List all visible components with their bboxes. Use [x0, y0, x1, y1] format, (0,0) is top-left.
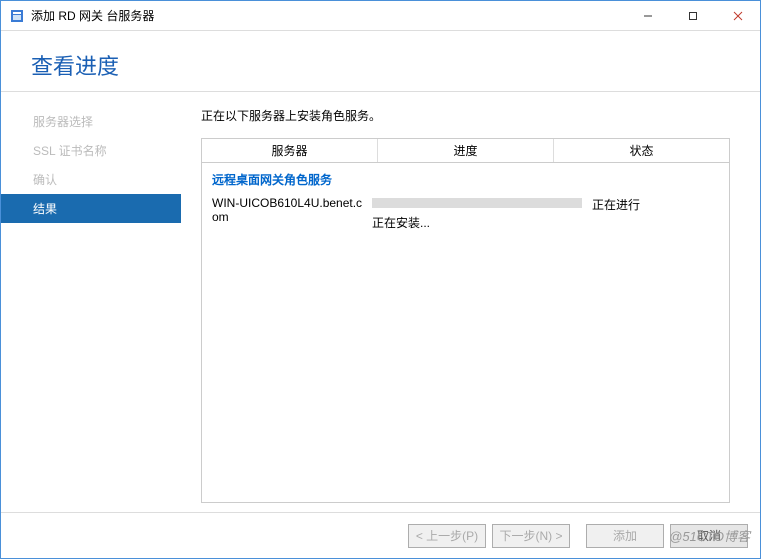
close-button[interactable] [715, 1, 760, 30]
add-button: 添加 [586, 524, 664, 548]
maximize-button[interactable] [670, 1, 715, 30]
window-controls [625, 1, 760, 30]
app-icon [9, 8, 25, 24]
panel-header: 服务器 进度 状态 [202, 139, 729, 163]
minimize-button[interactable] [625, 1, 670, 30]
content-description: 正在以下服务器上安装角色服务。 [201, 107, 730, 124]
dialog-window: 添加 RD 网关 台服务器 查看进度 服务器选择 SSL 证书名称 确认 结果 … [0, 0, 761, 559]
cell-progress: 正在安装... [372, 196, 592, 231]
col-status: 状态 [554, 139, 729, 162]
cancel-button[interactable]: 取消 [670, 524, 748, 548]
next-button: 下一步(N) > [492, 524, 570, 548]
cell-server-name: WIN-UICOB610L4U.benet.com [212, 196, 372, 224]
sidebar-item-ssl-cert: SSL 证书名称 [1, 136, 181, 165]
body: 服务器选择 SSL 证书名称 确认 结果 正在以下服务器上安装角色服务。 服务器… [1, 92, 760, 527]
col-progress: 进度 [378, 139, 554, 162]
group-title: 远程桌面网关角色服务 [212, 171, 719, 188]
prev-button: < 上一步(P) [408, 524, 486, 548]
progress-bar-fill [372, 198, 582, 208]
panel-body: 远程桌面网关角色服务 WIN-UICOB610L4U.benet.com 正在安… [202, 163, 729, 239]
footer: < 上一步(P) 下一步(N) > 添加 取消 [1, 512, 760, 558]
progress-bar [372, 198, 582, 208]
cell-status: 正在进行 [592, 196, 719, 213]
titlebar: 添加 RD 网关 台服务器 [1, 1, 760, 31]
sidebar-item-server-select: 服务器选择 [1, 107, 181, 136]
page-title: 查看进度 [31, 49, 119, 81]
sidebar: 服务器选择 SSL 证书名称 确认 结果 [1, 92, 181, 527]
col-server: 服务器 [202, 139, 378, 162]
progress-text: 正在安装... [372, 214, 580, 231]
window-title: 添加 RD 网关 台服务器 [31, 7, 625, 24]
sidebar-item-results[interactable]: 结果 [1, 194, 181, 223]
header: 查看进度 [1, 31, 760, 92]
table-row: WIN-UICOB610L4U.benet.com 正在安装... 正在进行 [212, 196, 719, 231]
results-panel: 服务器 进度 状态 远程桌面网关角色服务 WIN-UICOB610L4U.ben… [201, 138, 730, 503]
sidebar-item-confirm: 确认 [1, 165, 181, 194]
content-area: 正在以下服务器上安装角色服务。 服务器 进度 状态 远程桌面网关角色服务 WIN… [181, 92, 760, 527]
